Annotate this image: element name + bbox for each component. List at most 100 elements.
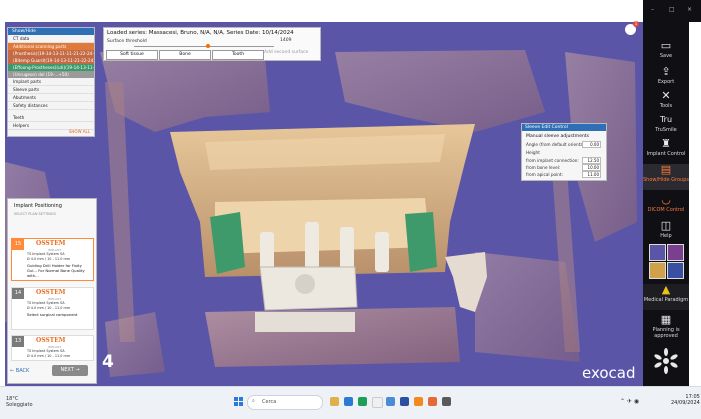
tool-label: Export — [657, 79, 675, 85]
layout-option[interactable] — [649, 262, 666, 279]
loaded-series-title: Loaded series: Massacesi, Bruno, N/A, N/… — [107, 30, 294, 36]
tool-label: Help — [660, 233, 672, 239]
tooth-number: 14 — [12, 288, 24, 299]
height-input[interactable]: 11.00 — [582, 171, 601, 178]
sidebar-tool-save[interactable]: ▭ Save — [643, 40, 689, 60]
step-number: 4 — [102, 352, 114, 372]
slider-knob[interactable] — [206, 44, 210, 48]
trusmile-icon: Tru — [659, 115, 673, 124]
sleeve-edit-header[interactable]: Sleeve Edit Control — [522, 124, 606, 131]
back-button[interactable]: ← BACK — [10, 368, 29, 374]
show-hide-row[interactable]: Sleeve parts — [8, 86, 94, 94]
threshold-value[interactable]: 1409 — [280, 38, 291, 43]
implant-system: TS Implant System SA — [27, 349, 65, 353]
implant-panel-tabs[interactable]: SELECT PLAN SETTINGS — [14, 212, 56, 216]
file-explorer-icon[interactable] — [330, 397, 339, 406]
show-hide-row[interactable]: Teeth — [8, 114, 94, 122]
close-button[interactable]: × — [687, 6, 692, 13]
title-bar: – □ × — [643, 0, 701, 22]
soft-tissue-button[interactable]: Soft tissue — [106, 50, 158, 60]
height-label: Height — [526, 150, 540, 155]
tool-label: DICOM Control — [647, 207, 685, 213]
layout-option[interactable] — [649, 244, 666, 261]
edge-icon[interactable] — [358, 397, 367, 406]
weather-widget[interactable]: 18°C Soleggiato — [6, 396, 33, 408]
show-hide-row[interactable]: CT data — [8, 35, 94, 43]
tools-icon: ✕ — [661, 89, 671, 102]
implant-size: Ø 4.0 mm / 10 - 11.0 mm — [27, 354, 71, 358]
3d-viewport[interactable] — [5, 22, 643, 386]
notification-bell-icon[interactable]: 1 — [625, 21, 639, 35]
sidebar-tool-trusmile[interactable]: Tru TruSmile — [643, 114, 689, 133]
surgical-component[interactable]: Select surgical component — [27, 312, 93, 317]
implant-size: Ø 4.0 mm / 10 - 11.0 mm — [27, 306, 71, 310]
manual-adjustments-label: Manual sleeve adjustments — [526, 134, 590, 139]
surgical-component[interactable]: Guiding Drill Holder for Fixity Gui... F… — [27, 263, 93, 278]
layout-option[interactable] — [667, 262, 684, 279]
loaded-series-panel: Loaded series: Massacesi, Bruno, N/A, N/… — [103, 27, 321, 61]
next-button[interactable]: NEXT → — [52, 365, 88, 376]
exocad-flower-logo — [654, 346, 678, 376]
app-icon[interactable] — [386, 397, 395, 406]
tool-label: Medical Paradigm — [643, 297, 689, 303]
implant-card[interactable]: 13 OSSTEM IMPLANT TS Implant System SA Ø… — [11, 335, 94, 361]
sidebar-tool-dicom-control[interactable]: ◡ DICOM Control — [643, 193, 689, 214]
app-icon[interactable] — [400, 397, 409, 406]
osstem-logo: OSSTEM — [36, 289, 66, 296]
minimize-button[interactable]: – — [651, 6, 654, 13]
show-hide-header[interactable]: Show/Hide — [8, 28, 94, 35]
add-second-surface[interactable]: Add second surface — [264, 50, 308, 55]
app-icon[interactable] — [414, 397, 423, 406]
sidebar-tool-planning-approved[interactable]: ▦ Planning is approved — [643, 313, 689, 340]
layout-option[interactable] — [667, 244, 684, 261]
sidebar-tool-help[interactable]: ◫ Help — [643, 219, 689, 240]
tooth-button[interactable]: Tooth — [212, 50, 264, 60]
tooth-number: 13 — [12, 336, 24, 347]
app-icon[interactable] — [442, 397, 451, 406]
windows-start-icon[interactable] — [234, 397, 243, 406]
sidebar-tool-medical-paradigm[interactable]: ▲ Medical Paradigm — [643, 284, 689, 310]
show-hide-row[interactable]: Safety distances — [8, 102, 94, 110]
height-input[interactable]: 10.00 — [582, 164, 601, 171]
sidebar-tool-show-hide-groups[interactable]: ▤ Show/Hide Groups — [643, 164, 689, 190]
show-hide-row[interactable]: Implant parts — [8, 78, 94, 86]
implant-card[interactable]: 15 OSSTEM IMPLANT TS Implant System SA Ø… — [11, 238, 94, 281]
dental-scan-render[interactable] — [5, 22, 643, 386]
store-icon[interactable] — [372, 397, 383, 408]
sidebar-tool-export[interactable]: ⇪ Export — [643, 66, 689, 86]
planning-approved-icon: ▦ — [660, 313, 672, 326]
sleeve-edit-panel: Sleeve Edit Control Manual sleeve adjust… — [521, 123, 607, 181]
sidebar-tool-implant-control[interactable]: ♜ Implant Control — [643, 138, 689, 158]
show-hide-row[interactable]: (Unrugeon) del (19-...+50) — [8, 71, 94, 78]
layout-grid[interactable] — [649, 244, 684, 279]
exocad-taskbar-icon[interactable] — [428, 397, 437, 406]
help-icon: ◫ — [660, 219, 672, 232]
bone-button[interactable]: Bone — [159, 50, 211, 60]
threshold-slider[interactable] — [134, 44, 274, 48]
tool-label: Tools — [659, 103, 673, 109]
mail-icon[interactable] — [344, 397, 353, 406]
tool-sidebar: ▭ Save ⇪ Export ✕ Tools Tru TruSmile ♜ Implan… — [643, 22, 689, 386]
dicom-control-icon: ◡ — [661, 193, 671, 206]
implant-system: TS Implant System SA — [27, 301, 65, 305]
show-hide-row[interactable]: Additional scanning parts — [8, 43, 94, 50]
clock[interactable]: 17:05 24/09/2024 — [671, 394, 700, 406]
tool-label: TruSmile — [655, 127, 677, 133]
show-hide-row[interactable]: Abutments — [8, 94, 94, 102]
height-row-label: from bone level: — [526, 165, 561, 170]
show-hide-row[interactable]: (Prosthesis)(19-14-13-11-11-21-22-24-25) — [8, 50, 94, 57]
height-row-label: from implant connection: — [526, 158, 579, 163]
height-input[interactable]: 12.50 — [582, 157, 601, 164]
show-hide-row[interactable]: (Bitemp Guard)(19-14-13-11-21-22-24) — [8, 57, 94, 64]
implant-card[interactable]: 14 OSSTEM IMPLANT TS Implant System SA Ø… — [11, 287, 94, 330]
exocad-watermark: exocad — [582, 364, 636, 382]
implant-system: TS Implant System SA — [27, 252, 65, 256]
angle-input[interactable]: 0.00 — [582, 141, 601, 148]
sidebar-tool-tools[interactable]: ✕ Tools — [643, 89, 689, 110]
search-box[interactable]: ⌕ Cerca — [247, 395, 323, 410]
show-all-link[interactable]: SHOW ALL — [69, 129, 90, 134]
show-hide-row[interactable]: (Effoong-Prostheses)(uti)(19-14-13-11-..… — [8, 64, 94, 71]
system-tray[interactable]: ⌃ ✈ ◉ — [620, 398, 639, 405]
tool-label: Save — [659, 53, 673, 59]
maximize-button[interactable]: □ — [669, 6, 675, 13]
